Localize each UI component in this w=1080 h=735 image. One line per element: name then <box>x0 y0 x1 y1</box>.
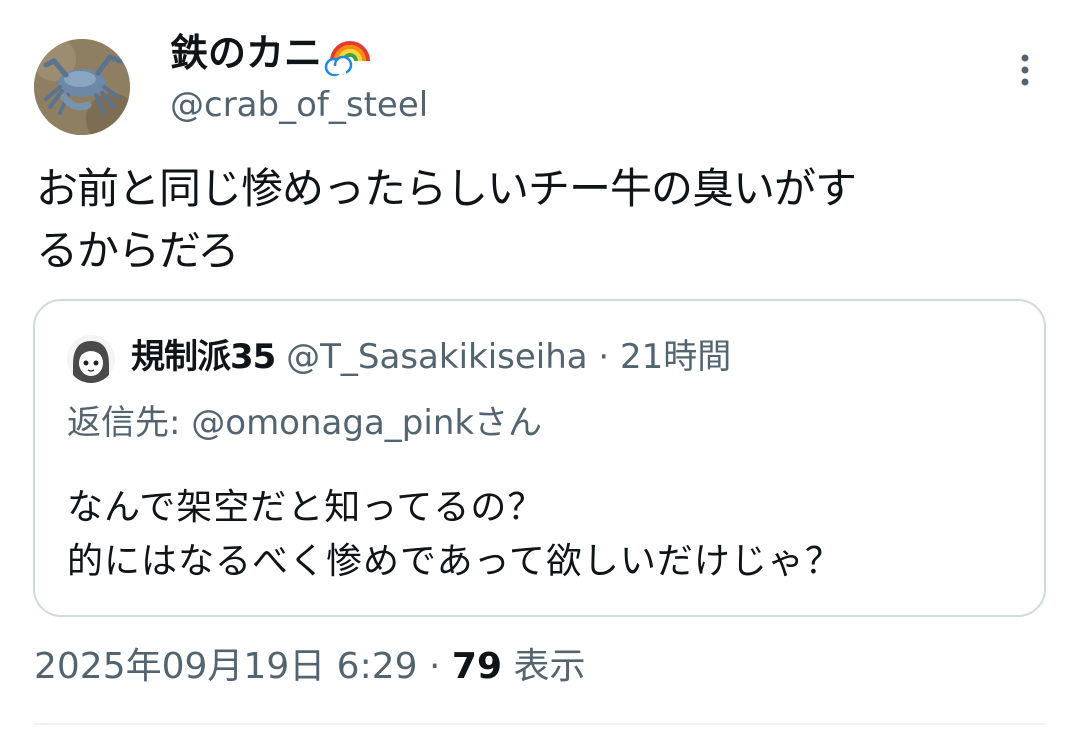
reply-to-label: 返信先: @omonaga_pinkさん <box>67 403 543 443</box>
quoted-time-ago: 21時間 <box>620 337 732 377</box>
tweet-text: お前と同じ惨めったらしいチー牛の臭いがす るからだろ <box>36 164 857 275</box>
quoted-author-avatar <box>67 335 115 383</box>
quoted-tweet-card[interactable]: 規制派35 @T_Sasakikiseiha · 21時間 返信先: @omon… <box>33 299 1046 617</box>
crab-avatar-icon <box>34 39 130 135</box>
tweet-timestamp[interactable]: 2025年09月19日 6:29 <box>34 646 418 687</box>
views-label: 表示 <box>513 646 586 687</box>
rainbow-emoji-icon <box>324 41 371 77</box>
meta-separator: · <box>428 646 441 687</box>
author-avatar[interactable] <box>34 39 130 135</box>
divider <box>34 723 1046 725</box>
author-name-text: 鉄のカニ <box>170 31 323 75</box>
more-options-button[interactable] <box>1010 50 1040 90</box>
more-vertical-icon <box>1021 54 1029 86</box>
author-display-name[interactable]: 鉄のカニ <box>170 27 372 79</box>
tweet-meta: 2025年09月19日 6:29 · 79 表示 <box>34 643 585 691</box>
author-handle[interactable]: @crab_of_steel <box>170 82 428 128</box>
quoted-tweet-header: 規制派35 @T_Sasakikiseiha · 21時間 <box>131 333 731 381</box>
views-count: 79 <box>451 646 502 687</box>
anime-avatar-icon <box>67 335 115 383</box>
quoted-separator: · <box>598 337 610 377</box>
quoted-author-handle: @T_Sasakikiseiha <box>286 337 588 377</box>
quoted-author-name: 規制派35 <box>131 337 276 377</box>
quoted-tweet-text: なんで架空だと知ってるの？ 的にはなるべく惨めであって欲しいだけじゃ？ <box>67 487 842 582</box>
